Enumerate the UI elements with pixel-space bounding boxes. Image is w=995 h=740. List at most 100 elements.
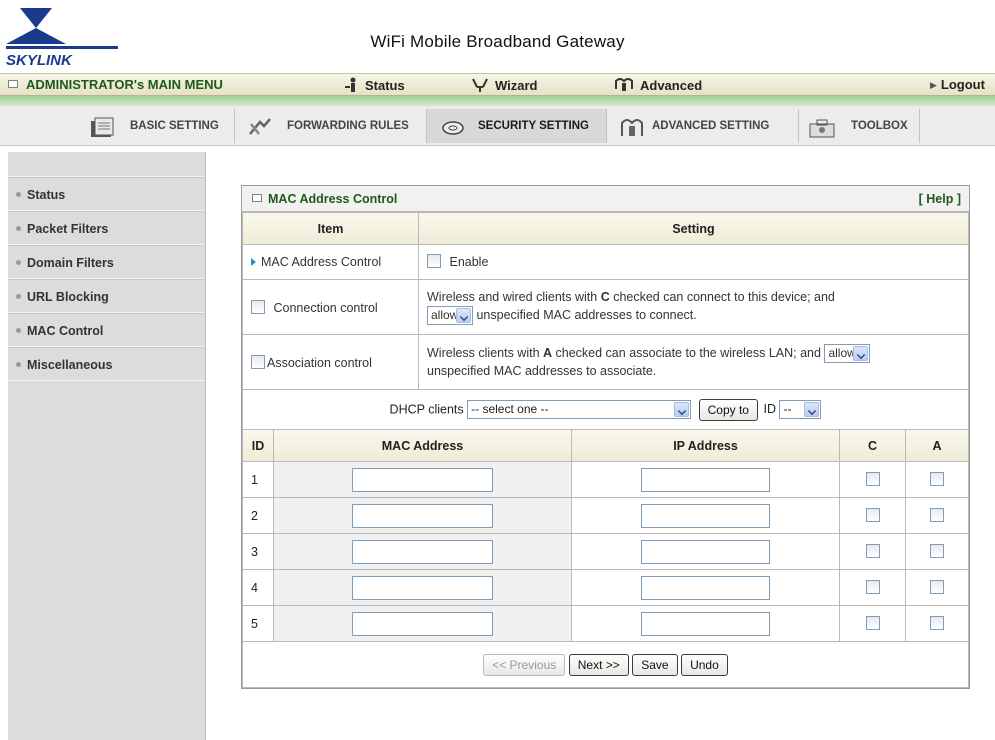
c-checkbox[interactable] bbox=[865, 544, 880, 558]
mac-address-input[interactable] bbox=[352, 467, 493, 492]
bullet-icon bbox=[16, 362, 21, 367]
c-cell bbox=[839, 605, 906, 642]
row-id: 4 bbox=[242, 569, 274, 606]
chevron-down-icon bbox=[853, 346, 869, 361]
enable-checkbox[interactable] bbox=[427, 253, 441, 268]
c-checkbox[interactable] bbox=[865, 580, 880, 594]
id-label: ID bbox=[763, 401, 776, 416]
ip-cell bbox=[571, 497, 840, 534]
app-title: WiFi Mobile Broadband Gateway bbox=[370, 32, 625, 51]
mac-address-input[interactable] bbox=[352, 611, 493, 636]
copy-to-button[interactable]: Copy to bbox=[698, 398, 758, 421]
c-checkbox[interactable] bbox=[865, 472, 880, 486]
row-id: 5 bbox=[242, 605, 274, 642]
menu-status[interactable]: Status bbox=[345, 77, 405, 93]
bullet-icon bbox=[16, 260, 21, 265]
a-checkbox[interactable] bbox=[930, 472, 944, 486]
menu-wizard[interactable]: Wizard bbox=[471, 77, 538, 93]
help-link[interactable]: [ Help ] bbox=[919, 186, 961, 212]
tab-forwarding-rules[interactable]: FORWARDING RULES bbox=[235, 109, 427, 143]
a-checkbox[interactable] bbox=[930, 544, 944, 558]
id-select[interactable]: -- bbox=[779, 400, 822, 419]
a-checkbox[interactable] bbox=[930, 580, 944, 594]
logout-label: Logout bbox=[940, 77, 985, 92]
assoc-bold: A bbox=[543, 345, 553, 360]
tab-security-setting[interactable]: SECURITY SETTING bbox=[427, 109, 607, 143]
conn-text: checked can connect to this device; and bbox=[613, 290, 835, 304]
ip-address-input[interactable] bbox=[641, 539, 770, 564]
panel-square-icon bbox=[252, 194, 262, 202]
panel-header: MAC Address Control [ Help ] bbox=[242, 186, 969, 212]
c-cell bbox=[839, 461, 906, 498]
menu-advanced-label: Advanced bbox=[640, 78, 703, 93]
a-cell bbox=[905, 497, 969, 534]
arrow-right-icon bbox=[251, 258, 256, 266]
sidebar-item-url-blocking[interactable]: URL Blocking bbox=[8, 279, 205, 313]
admin-menu-label: ADMINISTRATOR's MAIN MENU bbox=[26, 77, 223, 92]
save-button[interactable]: Save bbox=[632, 653, 678, 676]
col-id-header: ID bbox=[242, 429, 274, 462]
c-checkbox[interactable] bbox=[865, 508, 880, 522]
ip-address-input[interactable] bbox=[641, 575, 770, 600]
next-button[interactable]: Next >> bbox=[568, 653, 629, 676]
button-row: << Previous Next >> Save Undo bbox=[242, 641, 969, 688]
mac-address-input[interactable] bbox=[352, 539, 493, 564]
sidebar-item-packet-filters[interactable]: Packet Filters bbox=[8, 211, 205, 245]
a-checkbox[interactable] bbox=[930, 616, 944, 630]
undo-button[interactable]: Undo bbox=[681, 653, 728, 676]
menu-square-icon bbox=[8, 80, 18, 88]
sidebar-item-label: URL Blocking bbox=[27, 290, 109, 304]
admin-main-menu[interactable]: ADMINISTRATOR's MAIN MENU bbox=[8, 77, 223, 92]
tab-toolbox[interactable]: TOOLBOX bbox=[799, 109, 920, 143]
association-control-checkbox[interactable] bbox=[251, 354, 265, 369]
association-allow-select[interactable]: allow bbox=[824, 344, 871, 363]
association-control-label: Association control bbox=[267, 355, 372, 370]
mac-table-header-row: ID MAC Address IP Address C A bbox=[242, 429, 969, 462]
conn-text: unspecified MAC addresses to connect. bbox=[476, 307, 697, 322]
chevron-down-icon bbox=[804, 402, 820, 417]
ip-address-input[interactable] bbox=[641, 611, 770, 636]
panel-title-text: MAC Address Control bbox=[268, 192, 398, 206]
c-cell bbox=[839, 533, 906, 570]
sidebar-item-label: Status bbox=[27, 188, 66, 202]
table-row: 1 bbox=[242, 461, 969, 498]
dhcp-clients-select[interactable]: -- select one -- bbox=[467, 400, 692, 419]
a-checkbox[interactable] bbox=[930, 508, 944, 522]
mac-control-setting: Enable bbox=[418, 244, 969, 280]
assoc-text: checked can associate to the wireless LA… bbox=[555, 345, 821, 360]
connection-control-checkbox[interactable] bbox=[251, 299, 265, 314]
toolbox-icon bbox=[809, 119, 835, 138]
c-cell bbox=[839, 497, 906, 534]
mac-control-text: MAC Address Control bbox=[261, 255, 382, 269]
sidebar-item-miscellaneous[interactable]: Miscellaneous bbox=[8, 347, 205, 381]
connection-allow-select[interactable]: allow bbox=[427, 306, 473, 325]
ip-address-input[interactable] bbox=[641, 503, 770, 528]
menu-wizard-label: Wizard bbox=[495, 78, 538, 93]
table-row: 3 bbox=[242, 533, 969, 570]
mac-address-input[interactable] bbox=[352, 503, 493, 528]
sidebar-item-status[interactable]: Status bbox=[8, 177, 205, 211]
logout-link[interactable]: ▶ Logout bbox=[930, 77, 985, 92]
c-checkbox[interactable] bbox=[865, 616, 880, 630]
button-cell: << Previous Next >> Save Undo bbox=[242, 641, 969, 688]
tab-basic-setting[interactable]: BASIC SETTING bbox=[0, 109, 235, 143]
tab-advanced-setting[interactable]: ADVANCED SETTING bbox=[607, 109, 799, 143]
folder-icon bbox=[91, 117, 114, 137]
mac-address-input[interactable] bbox=[352, 575, 493, 600]
menu-advanced[interactable]: Advanced bbox=[614, 77, 702, 93]
top-menu-bar: ADMINISTRATOR's MAIN MENU Status Wizard … bbox=[0, 73, 995, 96]
tab-forwarding-rules-label: FORWARDING RULES bbox=[287, 120, 409, 132]
mac-control-label: MAC Address Control bbox=[242, 244, 419, 280]
settings-table: Item Setting MAC Address Control Enable … bbox=[242, 212, 969, 430]
chevron-down-icon bbox=[674, 402, 690, 417]
header: SKYLINK WiFi Mobile Broadband Gateway bbox=[0, 0, 995, 73]
connection-control-row: Connection control Wireless and wired cl… bbox=[242, 279, 969, 335]
disk-icon bbox=[442, 121, 464, 135]
previous-button[interactable]: << Previous bbox=[483, 653, 566, 676]
mac-cell bbox=[273, 605, 572, 642]
advanced-icon bbox=[615, 78, 633, 91]
arrows-icon bbox=[249, 118, 271, 135]
sidebar-item-mac-control[interactable]: MAC Control bbox=[8, 313, 205, 347]
ip-address-input[interactable] bbox=[641, 467, 770, 492]
sidebar-item-domain-filters[interactable]: Domain Filters bbox=[8, 245, 205, 279]
